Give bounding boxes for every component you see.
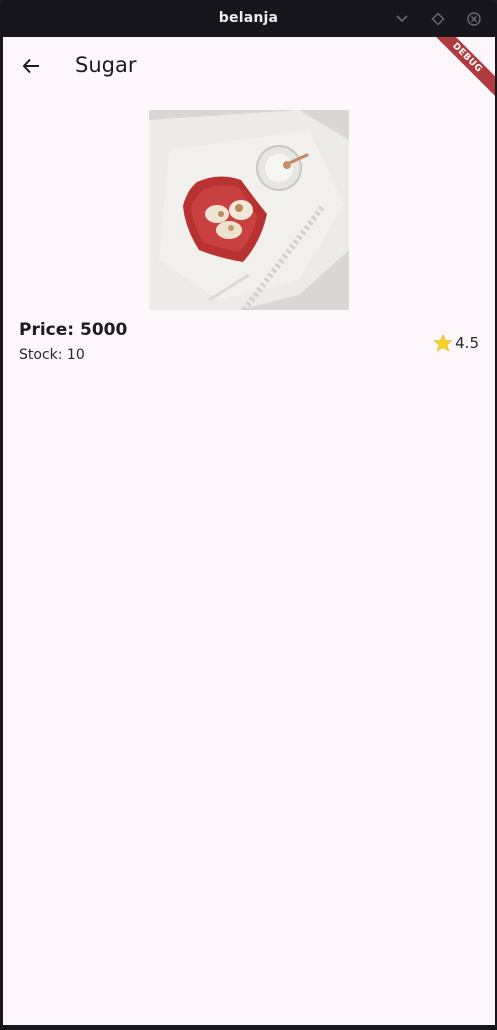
maximize-button[interactable]	[429, 10, 447, 28]
window-titlebar[interactable]: belanja	[0, 0, 497, 37]
page-title: Sugar	[75, 53, 137, 77]
window-bottom-edge	[0, 1025, 497, 1030]
product-image	[149, 110, 349, 310]
app-content: DEBUG Sugar Price: 5000 Stock: 10 4.5	[3, 37, 495, 1025]
chevron-down-icon	[396, 15, 408, 23]
rating-value: 4.5	[455, 334, 479, 352]
app-window: belanja DEBUG Sugar Price: 5000 Stock: 1…	[0, 0, 497, 1030]
diamond-icon	[431, 12, 445, 26]
product-photo	[149, 110, 349, 310]
close-button[interactable]	[465, 10, 483, 28]
window-title: belanja	[218, 10, 279, 26]
product-price: Price: 5000	[19, 320, 128, 340]
star-icon	[433, 333, 453, 353]
product-rating: 4.5	[433, 333, 479, 353]
app-bar: Sugar	[3, 37, 495, 95]
arrow-back-icon	[22, 58, 39, 74]
minimize-button[interactable]	[393, 10, 411, 28]
close-icon	[467, 12, 481, 26]
product-stock: Stock: 10	[19, 347, 85, 363]
back-button[interactable]	[16, 51, 46, 81]
